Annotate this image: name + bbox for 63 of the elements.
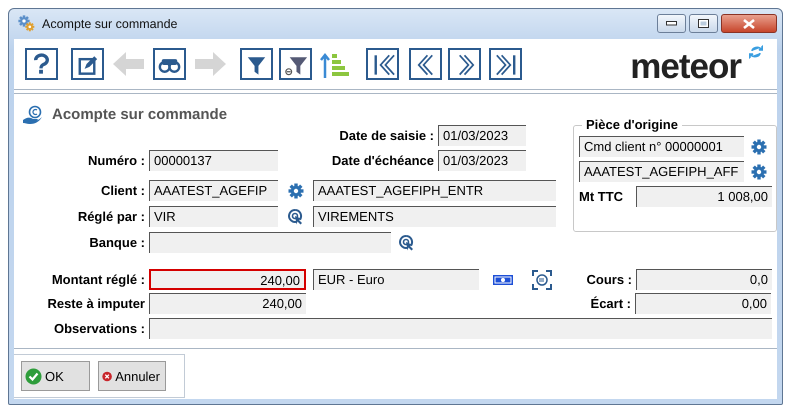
field-label: Banque : — [88, 235, 146, 250]
field-label: Date de saisie : — [338, 128, 435, 143]
field-label: Observations : — [52, 321, 146, 336]
field-label: Client : — [100, 183, 146, 198]
input-field[interactable]: VIREMENTS — [313, 206, 556, 227]
logo: meteor — [630, 48, 741, 84]
binoculars-button[interactable] — [153, 48, 186, 80]
input-field[interactable] — [149, 318, 772, 339]
window-title: Acompte sur commande — [42, 17, 178, 31]
input-field[interactable]: VIR — [149, 206, 278, 227]
gear-icon[interactable] — [751, 138, 767, 154]
cancel-button[interactable]: Annuler — [98, 361, 166, 391]
filter-button[interactable] — [240, 48, 273, 80]
logo-icon — [749, 45, 763, 59]
input-field[interactable]: AAATEST_AGEFIPH_ENTR — [313, 180, 556, 201]
input-field[interactable]: Cmd client n° 00000001 — [579, 136, 744, 157]
input-field[interactable] — [149, 232, 391, 253]
field-label: Numéro : — [86, 153, 146, 168]
input-field[interactable]: EUR - Euro — [313, 269, 479, 290]
input-field[interactable]: 0,0 — [636, 269, 772, 290]
previous-button[interactable] — [409, 48, 442, 80]
field-label: Mt TTC — [579, 189, 624, 204]
left-arrow-icon — [111, 49, 147, 79]
minimize-icon — [666, 21, 677, 26]
input-field[interactable]: AAATEST_AGEFIPH_AFF — [579, 161, 744, 182]
right-arrow-icon — [192, 49, 228, 79]
input-field[interactable]: AAATEST_AGEFIP — [149, 180, 278, 201]
first-button[interactable] — [366, 48, 399, 80]
field-label: Réglé par : — [76, 209, 146, 224]
maximize-button[interactable] — [689, 14, 718, 33]
minimize-button[interactable] — [657, 14, 686, 33]
gear-icon[interactable] — [751, 164, 767, 180]
gear-icon[interactable] — [288, 182, 304, 198]
maximize-icon — [698, 19, 709, 28]
help-button[interactable] — [25, 48, 58, 80]
form-heading: Acompte sur commande — [52, 106, 228, 123]
close-icon — [743, 18, 755, 28]
field-label: Montant réglé : — [50, 272, 146, 287]
field-label: Reste à imputer — [46, 296, 146, 311]
ok-button[interactable]: OK — [21, 361, 90, 391]
app-icon — [18, 15, 36, 33]
field-label: Cours : — [586, 272, 633, 287]
input-field[interactable]: 240,00 — [149, 269, 306, 290]
input-field[interactable]: 01/03/2023 — [438, 150, 526, 171]
euro-scan-icon[interactable] — [532, 270, 552, 290]
input-field[interactable]: 00000137 — [149, 150, 278, 171]
click-cursor-icon[interactable] — [287, 208, 304, 225]
field-label: Date d'échéance — [330, 153, 435, 168]
check-icon — [25, 368, 42, 384]
field-label: Écart : — [590, 296, 632, 311]
close-button[interactable] — [721, 14, 777, 33]
banknote-icon[interactable] — [493, 274, 513, 284]
hand-coin-icon — [22, 104, 44, 124]
group-title: Pièce d'origine — [582, 117, 682, 132]
last-button[interactable] — [489, 48, 522, 80]
input-field[interactable]: 240,00 — [149, 293, 306, 314]
edit-button[interactable] — [71, 48, 104, 80]
input-field[interactable]: 01/03/2023 — [438, 125, 526, 146]
clear-filter-button[interactable] — [279, 48, 312, 80]
input-field[interactable]: 1 008,00 — [636, 186, 772, 207]
input-field[interactable]: 0,00 — [635, 293, 771, 314]
click-cursor-icon[interactable] — [398, 234, 414, 251]
next-button[interactable] — [448, 48, 481, 80]
